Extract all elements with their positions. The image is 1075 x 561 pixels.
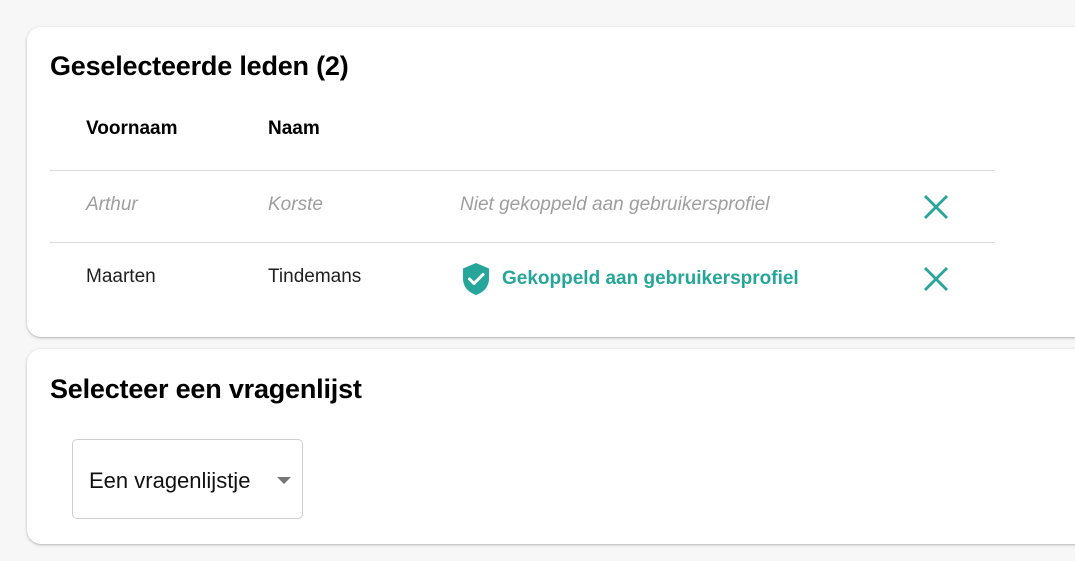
selected-members-title: Geselecteerde leden (2) [50,51,349,81]
table-row: Maarten Tindemans Gekoppeld aan gebruike… [27,244,1027,314]
last-name-cell: Korste [268,194,323,215]
column-header-last-name: Naam [268,118,320,139]
column-header-first-name: Voornaam [86,118,178,139]
link-status-unlinked: Niet gekoppeld aan gebruikersprofiel [460,194,770,215]
close-icon[interactable] [923,266,949,292]
table-divider [50,170,995,171]
first-name-cell: Arthur [86,194,138,215]
table-divider [50,242,995,243]
last-name-cell: Tindemans [268,266,362,287]
questionnaire-card: Selecteer een vragenlijst Een vragenlijs… [27,349,1075,544]
verified-shield-icon [463,263,489,295]
first-name-cell: Maarten [86,266,156,287]
dropdown-arrow-icon [277,477,291,484]
link-status-linked: Gekoppeld aan gebruikersprofiel [460,261,799,297]
table-row: Arthur Korste Niet gekoppeld aan gebruik… [27,172,1027,242]
questionnaire-select[interactable]: Een vragenlijstje [72,439,303,519]
questionnaire-title: Selecteer een vragenlijst [50,374,362,404]
questionnaire-select-value: Een vragenlijstje [89,468,251,493]
close-icon[interactable] [923,194,949,220]
selected-members-card: Geselecteerde leden (2) Voornaam Naam Ar… [27,27,1075,337]
link-status-label: Gekoppeld aan gebruikersprofiel [502,268,799,289]
